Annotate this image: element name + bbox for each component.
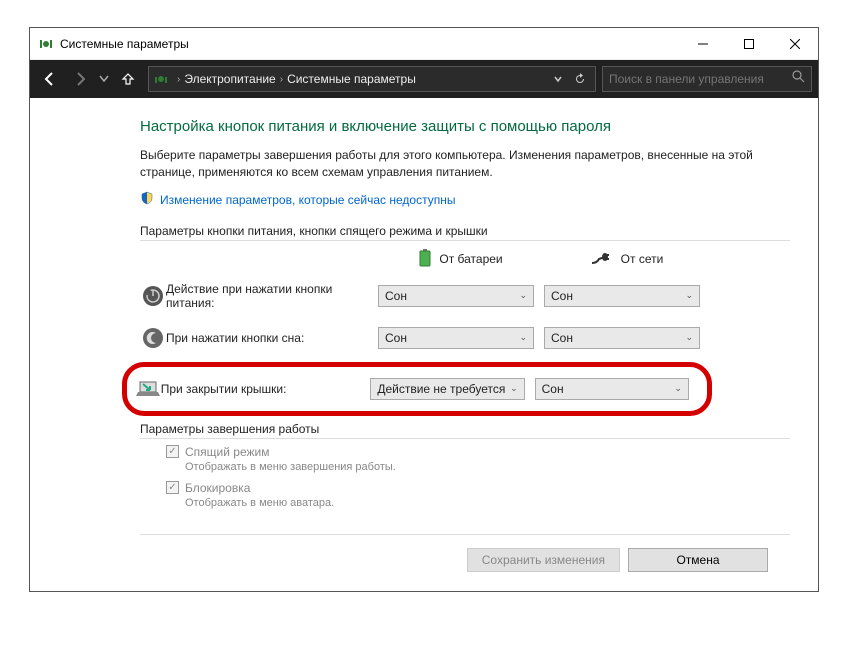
column-plugged: От сети bbox=[544, 251, 710, 268]
combo-sleep-battery[interactable]: Сон⌄ bbox=[378, 327, 534, 349]
chevron-down-icon: ⌄ bbox=[519, 290, 527, 301]
breadcrumb-item[interactable]: Системные параметры bbox=[287, 72, 416, 86]
combo-lid-battery[interactable]: Действие не требуется⌄ bbox=[370, 378, 524, 400]
moon-icon bbox=[140, 327, 166, 349]
cancel-button[interactable]: Отмена bbox=[628, 548, 768, 572]
section-shutdown-title: Параметры завершения работы bbox=[140, 422, 790, 439]
footer: Сохранить изменения Отмена bbox=[140, 535, 790, 585]
battery-icon bbox=[419, 249, 431, 270]
option-row-power-button: Действие при нажатии кнопки питания: Сон… bbox=[140, 280, 790, 312]
checkbox-label: Спящий режим bbox=[185, 445, 269, 459]
breadcrumb-item[interactable]: Электропитание bbox=[184, 72, 275, 86]
address-bar[interactable]: › Электропитание › Системные параметры bbox=[148, 66, 596, 92]
option-row-lid-close: При закрытии крышки: Действие не требует… bbox=[135, 373, 699, 405]
page-heading: Настройка кнопок питания и включение защ… bbox=[140, 118, 790, 135]
column-headers: От батареи От сети bbox=[140, 249, 790, 270]
chevron-right-icon: › bbox=[280, 74, 283, 85]
checkbox-lock[interactable]: ✓ bbox=[166, 481, 179, 494]
chevron-right-icon: › bbox=[177, 74, 180, 85]
recent-locations-button[interactable] bbox=[96, 65, 112, 93]
chevron-down-icon: ⌄ bbox=[519, 332, 527, 343]
navigation-bar: › Электропитание › Системные параметры bbox=[30, 60, 818, 98]
highlighted-row: При закрытии крышки: Действие не требует… bbox=[122, 362, 712, 416]
location-icon bbox=[153, 71, 169, 87]
maximize-button[interactable] bbox=[726, 28, 772, 59]
page-description: Выберите параметры завершения работы для… bbox=[140, 147, 790, 181]
forward-button[interactable] bbox=[66, 65, 94, 93]
laptop-icon bbox=[135, 380, 161, 398]
refresh-button[interactable] bbox=[569, 72, 591, 86]
checkbox-item-sleep: ✓ Спящий режим Отображать в меню заверше… bbox=[166, 445, 790, 473]
combo-sleep-plugged[interactable]: Сон⌄ bbox=[544, 327, 700, 349]
checkbox-sublabel: Отображать в меню завершения работы. bbox=[185, 461, 790, 473]
power-icon bbox=[140, 285, 166, 307]
option-label: Действие при нажатии кнопки питания: bbox=[166, 282, 378, 310]
back-button[interactable] bbox=[36, 65, 64, 93]
shield-icon bbox=[140, 191, 154, 210]
checkbox-item-lock: ✓ Блокировка Отображать в меню аватара. bbox=[166, 481, 790, 509]
option-label: При нажатии кнопки сна: bbox=[166, 331, 378, 345]
combo-power-battery[interactable]: Сон⌄ bbox=[378, 285, 534, 307]
combo-power-plugged[interactable]: Сон⌄ bbox=[544, 285, 700, 307]
dropdown-button[interactable] bbox=[547, 75, 569, 83]
search-input[interactable] bbox=[609, 72, 792, 86]
option-label: При закрытии крышки: bbox=[161, 382, 371, 396]
change-settings-link[interactable]: Изменение параметров, которые сейчас нед… bbox=[160, 193, 456, 207]
save-button[interactable]: Сохранить изменения bbox=[467, 548, 620, 572]
checkbox-sublabel: Отображать в меню аватара. bbox=[185, 497, 790, 509]
chevron-down-icon: ⌄ bbox=[674, 383, 682, 394]
window: Системные параметры › Электропитание › bbox=[29, 27, 819, 592]
section-buttons-title: Параметры кнопки питания, кнопки спящего… bbox=[140, 224, 790, 241]
close-button[interactable] bbox=[772, 28, 818, 59]
option-row-sleep-button: При нажатии кнопки сна: Сон⌄ Сон⌄ bbox=[140, 322, 790, 354]
checkbox-sleep[interactable]: ✓ bbox=[166, 445, 179, 458]
titlebar: Системные параметры bbox=[30, 28, 818, 60]
up-button[interactable] bbox=[114, 65, 142, 93]
plug-icon bbox=[591, 251, 613, 268]
minimize-button[interactable] bbox=[680, 28, 726, 59]
chevron-down-icon: ⌄ bbox=[685, 332, 693, 343]
column-battery: От батареи bbox=[378, 249, 544, 270]
app-icon bbox=[38, 36, 54, 52]
chevron-down-icon: ⌄ bbox=[510, 383, 518, 394]
search-box[interactable] bbox=[602, 66, 812, 92]
combo-lid-plugged[interactable]: Сон⌄ bbox=[535, 378, 689, 400]
content-area: Настройка кнопок питания и включение защ… bbox=[30, 98, 818, 591]
checkbox-label: Блокировка bbox=[185, 481, 250, 495]
search-icon bbox=[792, 70, 805, 88]
chevron-down-icon: ⌄ bbox=[685, 290, 693, 301]
window-title: Системные параметры bbox=[60, 37, 680, 51]
